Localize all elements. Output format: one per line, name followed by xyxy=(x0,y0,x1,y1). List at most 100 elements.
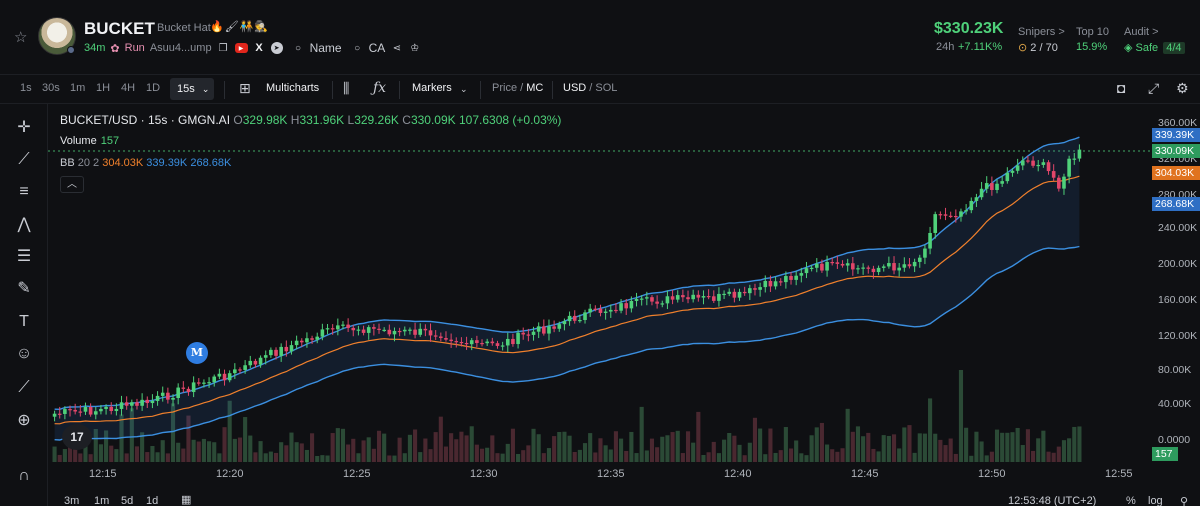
candle xyxy=(516,332,520,345)
fullscreen-icon[interactable]: ⤢ xyxy=(1148,80,1159,97)
candle xyxy=(593,308,598,310)
volume-bar xyxy=(1041,430,1046,462)
volume-bar xyxy=(1031,450,1036,462)
sol-option[interactable]: SOL xyxy=(595,82,617,94)
volume-bar xyxy=(685,431,691,462)
volume-bar xyxy=(459,431,464,462)
crown-icon[interactable]: ♔ xyxy=(408,42,421,55)
candle xyxy=(402,329,407,332)
range-5d[interactable]: 5d xyxy=(121,495,133,506)
clock-display[interactable]: 12:53:48 (UTC+2) xyxy=(1008,495,1096,506)
candle xyxy=(907,264,912,267)
price-option[interactable]: Price xyxy=(492,82,517,94)
x-twitter-icon[interactable]: X xyxy=(253,42,266,55)
volume-bar xyxy=(505,443,510,462)
migration-marker[interactable]: M xyxy=(186,342,208,364)
candle xyxy=(160,392,165,396)
candle xyxy=(351,327,356,331)
volume-bar xyxy=(722,439,727,462)
timeframe-1h[interactable]: 1H xyxy=(96,82,110,94)
trend-line-icon[interactable]: ⟋ xyxy=(13,149,35,171)
markers-dropdown[interactable]: Markers xyxy=(412,82,452,94)
timeframe-1s[interactable]: 1s xyxy=(20,82,32,94)
volume-bar xyxy=(907,425,912,462)
emoji-icon[interactable]: ☺ xyxy=(13,343,35,365)
candle xyxy=(119,402,124,409)
calendar-icon[interactable]: ▦ xyxy=(181,493,191,506)
collapse-legend-button[interactable]: ︿ xyxy=(60,176,84,193)
magnet-icon[interactable]: ∩ xyxy=(13,465,35,487)
candle xyxy=(984,183,989,189)
pitchfork-icon[interactable]: ⋀ xyxy=(13,213,35,235)
candle xyxy=(748,288,752,294)
candle xyxy=(629,300,634,309)
horizontal-lines-icon[interactable]: ≡ xyxy=(13,181,35,203)
search-icon[interactable]: ○ xyxy=(292,42,305,55)
range-1d[interactable]: 1d xyxy=(146,495,158,506)
tradingview-logo[interactable]: 17 xyxy=(62,424,92,450)
range-3m[interactable]: 3m xyxy=(64,495,79,506)
bottom-bar: 3m 1m 5d 1d ▦ 12:53:48 (UTC+2) % log ⚲ xyxy=(0,492,1200,506)
indicators-fx-icon[interactable]: ƒx xyxy=(373,80,386,96)
usd-option[interactable]: USD xyxy=(563,82,586,94)
copy-icon[interactable]: ❐ xyxy=(217,42,230,55)
text-tool-icon[interactable]: T xyxy=(13,311,35,333)
search-ca-link[interactable]: CA xyxy=(369,41,386,55)
range-1m[interactable]: 1m xyxy=(94,495,109,506)
candle-type-icon[interactable]: ⫼ xyxy=(343,80,349,97)
brush-icon[interactable]: ✎ xyxy=(13,277,35,299)
chart-legend: BUCKET/USD · 15s · GMGN.AI O329.98K H331… xyxy=(60,113,561,127)
candle xyxy=(799,273,804,276)
volume-bar xyxy=(665,435,670,462)
crosshair-icon[interactable]: ✛ xyxy=(13,116,35,138)
timeframe-dropdown[interactable]: 15s ⌄ xyxy=(170,78,214,100)
token-name: Bucket Hat xyxy=(157,22,211,34)
youtube-icon[interactable]: ▶ xyxy=(234,43,248,53)
snipers-link[interactable]: Snipers > xyxy=(1018,26,1065,38)
timeframe-1m[interactable]: 1m xyxy=(70,82,85,94)
search-ca-icon[interactable]: ○ xyxy=(351,42,364,55)
price-mc-toggle[interactable]: Price / MC xyxy=(492,82,543,94)
log-toggle[interactable]: log xyxy=(1148,495,1163,506)
timeframe-4h[interactable]: 4H xyxy=(121,82,135,94)
multicharts-button[interactable]: Multicharts xyxy=(266,82,319,94)
share-icon[interactable]: ⋖ xyxy=(390,42,403,55)
zoom-in-icon[interactable]: ⊕ xyxy=(13,409,35,431)
fib-retracement-icon[interactable]: ☰ xyxy=(13,245,35,267)
mc-option[interactable]: MC xyxy=(526,82,543,94)
auto-scale-icon[interactable]: ⚲ xyxy=(1180,495,1188,506)
timeframe-1d[interactable]: 1D xyxy=(146,82,160,94)
x-tick: 12:35 xyxy=(597,468,625,480)
candle xyxy=(531,331,536,335)
volume-bar xyxy=(191,439,196,462)
volume-bar xyxy=(1061,440,1067,462)
audit-status: Safe xyxy=(1135,42,1159,54)
volume-bar xyxy=(588,433,593,462)
camera-icon[interactable]: ◘ xyxy=(1117,80,1125,96)
search-name-link[interactable]: Name xyxy=(310,41,342,55)
volume-bar xyxy=(279,442,284,462)
volume-bar xyxy=(443,446,449,462)
candle xyxy=(825,262,829,271)
timeframe-30s[interactable]: 30s xyxy=(42,82,60,94)
candle xyxy=(830,262,835,264)
percent-toggle[interactable]: % xyxy=(1126,495,1136,506)
volume-bar xyxy=(273,452,279,462)
bb-legend: BB 20 2 304.03K 339.39K 268.68K xyxy=(60,157,231,169)
ruler-icon[interactable]: ⟋ xyxy=(13,377,35,399)
telegram-icon[interactable]: ➤ xyxy=(270,42,283,54)
volume-bar xyxy=(948,438,953,462)
audit-link[interactable]: Audit > xyxy=(1124,26,1159,38)
candle xyxy=(722,293,726,296)
volume-bar xyxy=(727,432,732,462)
currency-toggle[interactable]: USD / SOL xyxy=(563,82,617,94)
settings-gear-icon[interactable]: ⚙ xyxy=(1176,80,1189,97)
add-indicator-icon[interactable]: ⊞ xyxy=(239,80,251,97)
y-tick: 80.00K xyxy=(1158,364,1192,376)
favorite-star-icon[interactable]: ☆ xyxy=(14,28,27,46)
candle xyxy=(758,287,762,290)
volume-bar xyxy=(268,451,273,462)
volume-bar xyxy=(933,433,938,462)
change-value: 107.6308 (+0.03%) xyxy=(459,113,562,127)
volume-bar xyxy=(1010,432,1015,462)
